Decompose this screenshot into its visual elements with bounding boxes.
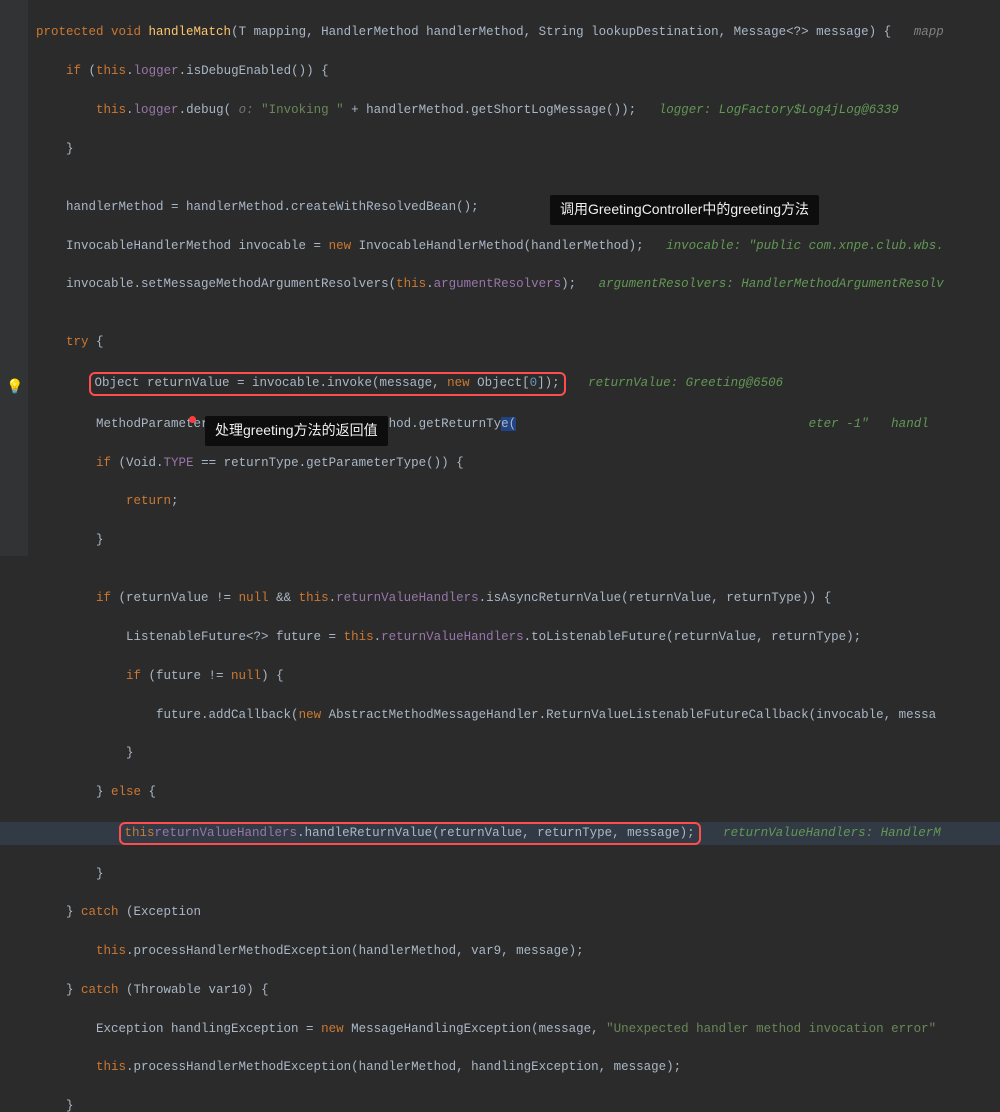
code-line: } — [36, 744, 1000, 763]
annotation-tooltip-1: 调用GreetingController中的greeting方法 — [550, 195, 819, 225]
code-line: handlerMethod = handlerMethod.createWith… — [36, 198, 1000, 217]
code-line: if (future != null) { — [36, 667, 1000, 686]
code-editor[interactable]: protected void handleMatch(T mapping, Ha… — [0, 0, 1000, 1112]
code-line: MethodParameter returnType = handlerMeth… — [36, 415, 1000, 434]
code-line: this.processHandlerMethodException(handl… — [36, 942, 1000, 961]
code-line: protected void handleMatch(T mapping, Ha… — [36, 23, 1000, 42]
code-line: if (Void.TYPE == returnType.getParameter… — [36, 454, 1000, 473]
code-line: ListenableFuture<?> future = this.return… — [36, 628, 1000, 647]
code-line: Object returnValue = invocable.invoke(me… — [36, 372, 1000, 395]
code-line: InvocableHandlerMethod invocable = new I… — [36, 237, 1000, 256]
code-line: } — [36, 531, 1000, 550]
code-line: future.addCallback(new AbstractMethodMes… — [36, 706, 1000, 725]
code-line: } — [36, 140, 1000, 159]
highlight-box-invoke: Object returnValue = invocable.invoke(me… — [89, 372, 566, 395]
code-line: return; — [36, 492, 1000, 511]
code-line: } — [36, 865, 1000, 884]
annotation-tooltip-2: 处理greeting方法的返回值 — [205, 416, 388, 446]
code-line: Exception handlingException = new Messag… — [36, 1020, 1000, 1039]
code-line: } catch (Throwable var10) { — [36, 981, 1000, 1000]
code-line-highlighted: thisreturnValueHandlers.handleReturnValu… — [0, 822, 1000, 845]
code-line: this.logger.debug( o: "Invoking " + hand… — [36, 101, 1000, 120]
code-line: if (this.logger.isDebugEnabled()) { — [36, 62, 1000, 81]
lightbulb-icon[interactable]: 💡 — [6, 378, 23, 400]
code-line: } catch (Exception — [36, 903, 1000, 922]
code-line: this.processHandlerMethodException(handl… — [36, 1058, 1000, 1077]
highlight-box-return: thisreturnValueHandlers.handleReturnValu… — [119, 822, 701, 845]
code-line: } — [36, 1097, 1000, 1112]
code-line: if (returnValue != null && this.returnVa… — [36, 589, 1000, 608]
code-line: invocable.setMessageMethodArgumentResolv… — [36, 275, 1000, 294]
editor-gutter — [0, 0, 28, 556]
code-line: try { — [36, 333, 1000, 352]
code-line: } else { — [36, 783, 1000, 802]
breakpoint-dot-icon[interactable] — [189, 416, 196, 423]
